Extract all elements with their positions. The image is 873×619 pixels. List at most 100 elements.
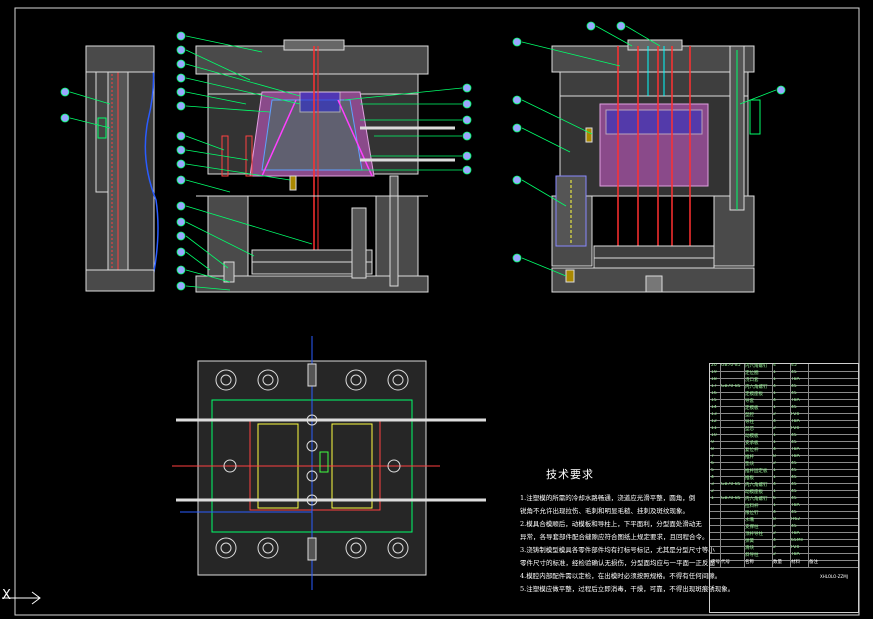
- parts-cell: 4: [773, 510, 776, 515]
- parts-cell: 内六角螺钉: [745, 497, 768, 502]
- parts-cell: 垫块: [745, 462, 754, 467]
- parts-cell: T8A: [791, 503, 800, 508]
- requirement-line: 异常，各导套部件配合缝隙应符合图纸上规定要求，且回程合令。: [520, 533, 709, 541]
- parts-cell: 水嘴: [745, 518, 754, 523]
- requirements-title: 技术要求: [546, 468, 594, 481]
- parts-cell: P20: [791, 412, 800, 417]
- parts-cell: 15: [711, 398, 717, 403]
- parts-cell: 17: [711, 384, 717, 389]
- parts-cell: 11: [711, 426, 717, 431]
- parts-cell: T8A: [791, 454, 800, 459]
- parts-cell: 型芯: [745, 427, 754, 432]
- parts-cell: 4: [773, 538, 776, 543]
- parts-cell: 2: [773, 426, 776, 431]
- parts-cell: T8A: [791, 447, 800, 452]
- parts-cell: 推板: [745, 476, 754, 481]
- parts-cell: P20: [791, 426, 800, 431]
- parts-cell: 1: [773, 370, 776, 375]
- parts-cell: T8A: [791, 419, 800, 424]
- parts-cell: 2: [773, 552, 776, 557]
- parts-cell: 7: [711, 454, 714, 459]
- parts-cell: 45: [791, 482, 797, 487]
- parts-cell: T8A: [791, 398, 800, 403]
- parts-cell: 动模板: [745, 434, 759, 439]
- parts-cell: 45: [791, 370, 797, 375]
- parts-cell: 4: [773, 419, 776, 424]
- parts-cell: 内六角螺钉: [745, 364, 768, 369]
- parts-cell: 45: [791, 433, 797, 438]
- parts-cell: 45: [791, 391, 797, 396]
- parts-cell: 内六角螺钉: [745, 483, 768, 488]
- parts-cell: 2: [773, 461, 776, 466]
- parts-cell: 推杆: [745, 455, 754, 460]
- parts-cell: 1: [773, 475, 776, 480]
- parts-cell: 顶杆导柱: [745, 532, 763, 537]
- parts-cell: 4: [773, 398, 776, 403]
- requirement-line: 1.注塑模的所需的冷却水路畅通，浇道应光滑平整，圆角，倒: [520, 494, 696, 502]
- parts-cell: 19: [711, 370, 717, 375]
- parts-cell: 1: [711, 496, 714, 501]
- parts-cell: 1: [773, 489, 776, 494]
- parts-cell: 1: [773, 405, 776, 410]
- parts-cell: 复位杆: [745, 448, 759, 453]
- parts-cell: 定位圈: [745, 371, 759, 376]
- parts-cell: T8A: [791, 531, 800, 536]
- technical-requirements: 技术要求 1.注塑模的所需的冷却水路畅通，浇道应光滑平整，圆角，倒 锐角不允许出…: [520, 466, 735, 596]
- parts-cell: 滑块: [745, 546, 754, 551]
- parts-cell: 6: [773, 496, 776, 501]
- parts-cell: 导套: [745, 399, 754, 404]
- parts-cell: 1: [773, 433, 776, 438]
- parts-cell: 定模板: [745, 406, 759, 411]
- parts-cell: 2: [711, 489, 714, 494]
- parts-cell: 备注: [809, 560, 818, 565]
- parts-cell: GB70-85: [721, 496, 741, 501]
- parts-cell: 9: [711, 440, 714, 445]
- parts-cell: 45: [791, 440, 797, 445]
- parts-cell: 45: [791, 510, 797, 515]
- parts-cell: 2: [773, 412, 776, 417]
- requirement-line: 3.浇铸制模型模具各零件部件均有打标号标记，尤其是分型尺寸等小: [520, 546, 715, 554]
- parts-cell: GB70-85: [721, 384, 741, 389]
- parts-cell: 4: [773, 482, 776, 487]
- parts-cell: 45: [791, 475, 797, 480]
- parts-cell: 5: [711, 468, 714, 473]
- parts-cell: 45: [791, 461, 797, 466]
- parts-cell: 45: [791, 489, 797, 494]
- title-block-divider: [720, 364, 721, 567]
- parts-cell: 支撑柱: [745, 525, 759, 530]
- parts-cell: 45: [791, 384, 797, 389]
- parts-cell: 4: [773, 447, 776, 452]
- parts-cell: 定模座板: [745, 392, 763, 397]
- parts-header-row: 序号 代号 名称 数量 材料 备注: [710, 560, 858, 568]
- parts-cell: 45: [791, 405, 797, 410]
- parts-cell: 型腔: [745, 413, 754, 418]
- parts-cell: 8: [773, 454, 776, 459]
- parts-cell: 45: [791, 468, 797, 473]
- parts-cell: 65Mn: [791, 538, 804, 543]
- parts-cell: 1: [773, 468, 776, 473]
- title-block-divider: [772, 364, 773, 567]
- parts-cell: 斜导柱: [745, 553, 759, 558]
- parts-cell: GB70-85: [721, 482, 741, 487]
- parts-cell: 18: [711, 377, 717, 382]
- right-section-view: [551, 39, 761, 293]
- requirement-line: 5.注塑模应做平整，过程后立即消毒，干燥，可靠，不得出现斑痕锈现象。: [520, 585, 735, 593]
- parts-cell: 2: [773, 531, 776, 536]
- parts-cell: 代号: [721, 560, 730, 565]
- title-block-divider: [808, 364, 809, 567]
- title-block-divider: [790, 364, 791, 567]
- parts-cell: 4: [773, 363, 776, 368]
- parts-cell: 1: [773, 377, 776, 382]
- parts-cell: 2: [773, 524, 776, 529]
- parts-cell: 16: [711, 391, 717, 396]
- requirement-line: 锐角不允许出现拉伤、毛刺和明显毛糙、挂刺及斑纹现象。: [520, 507, 689, 515]
- parts-cell: 内六角螺钉: [745, 385, 768, 390]
- parts-cell: P20: [791, 545, 800, 550]
- parts-cell: 10: [711, 433, 717, 438]
- parts-cell: 12: [711, 419, 717, 424]
- parts-cell: 数量: [773, 560, 782, 565]
- parts-cell: 8: [711, 447, 714, 452]
- parts-cell: GB70-85: [721, 363, 741, 368]
- requirement-line: 零件尺寸的标准，经检验确认无损伤，分型面均应与一平面一正反面: [520, 559, 715, 567]
- parts-cell: 导柱: [745, 420, 754, 425]
